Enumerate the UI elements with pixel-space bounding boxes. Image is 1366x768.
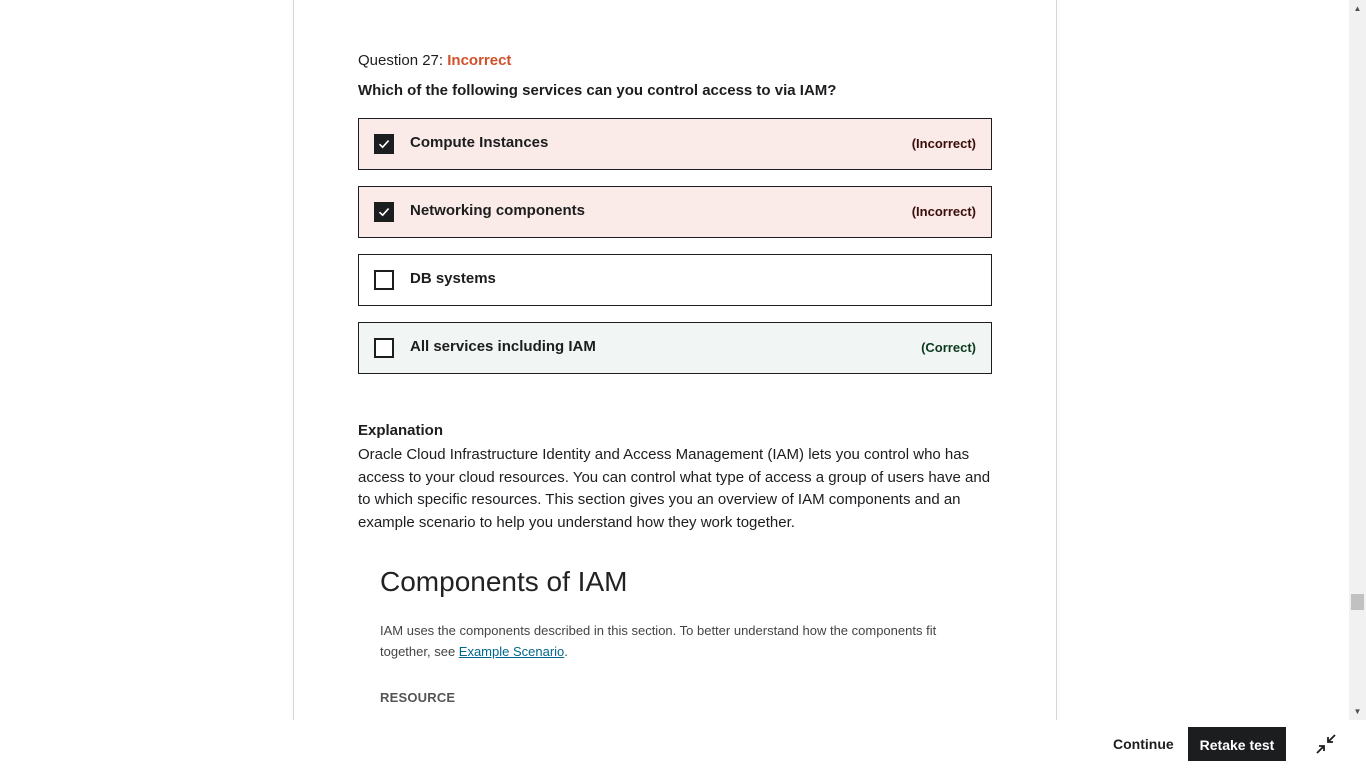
answer-option-2[interactable]: Networking components (Incorrect) xyxy=(358,186,992,238)
checkbox-checked[interactable] xyxy=(374,202,394,222)
answer-label: Networking components xyxy=(410,202,586,219)
collapse-icon[interactable] xyxy=(1316,734,1336,754)
answer-result: (Incorrect) xyxy=(911,204,976,219)
checkmark-icon xyxy=(378,140,390,149)
question-number: Question 27: xyxy=(358,52,444,69)
question-header: Question 27: Incorrect xyxy=(358,52,511,69)
explanation-title: Explanation xyxy=(358,422,444,439)
scroll-up-arrow-icon[interactable]: ▲ xyxy=(1349,0,1366,17)
checkmark-icon xyxy=(378,208,390,217)
answer-result: (Correct) xyxy=(921,340,976,355)
explanation-body: Oracle Cloud Infrastructure Identity and… xyxy=(358,446,991,531)
checkbox-checked[interactable] xyxy=(374,134,394,154)
answer-label: DB systems xyxy=(410,270,496,287)
quiz-viewport: Question 27: Incorrect Which of the foll… xyxy=(0,0,1349,720)
answer-option-4[interactable]: All services including IAM (Correct) xyxy=(358,322,992,374)
scrollbar-thumb[interactable] xyxy=(1351,594,1364,610)
answer-result: (Incorrect) xyxy=(911,136,976,151)
question-status: Incorrect xyxy=(447,52,512,69)
answer-label: Compute Instances xyxy=(410,134,549,151)
embedded-image-title: Components of IAM xyxy=(380,566,628,597)
question-text: Which of the following services can you … xyxy=(358,82,837,99)
answer-label: All services including IAM xyxy=(410,338,596,355)
embedded-image-text: IAM uses the components described in thi… xyxy=(380,620,940,662)
continue-button[interactable]: Continue xyxy=(1101,727,1186,761)
scroll-down-arrow-icon[interactable]: ▼ xyxy=(1349,703,1366,720)
embedded-subheading: RESOURCE xyxy=(380,690,456,705)
answer-option-1[interactable]: Compute Instances (Incorrect) xyxy=(358,118,992,170)
retake-test-button[interactable]: Retake test xyxy=(1188,727,1286,761)
checkbox-unchecked[interactable] xyxy=(374,270,394,290)
example-scenario-link[interactable]: Example Scenario xyxy=(459,644,565,659)
embedded-text-after: . xyxy=(564,644,568,659)
checkbox-unchecked[interactable] xyxy=(374,338,394,358)
answer-option-3[interactable]: DB systems xyxy=(358,254,992,306)
vertical-scrollbar[interactable]: ▲ ▼ xyxy=(1349,0,1366,720)
